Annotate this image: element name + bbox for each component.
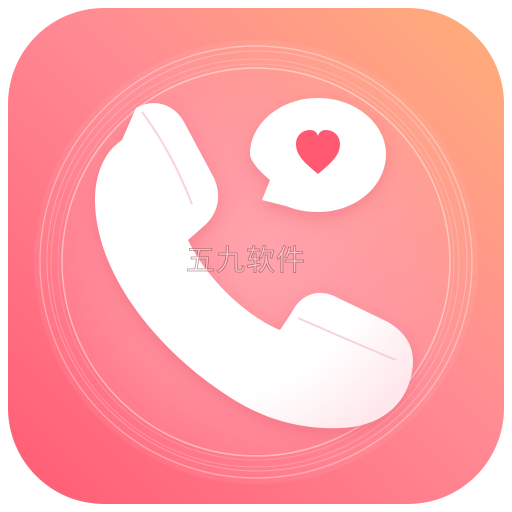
- watermark-text: 五九软件: [186, 243, 307, 278]
- app-icon[interactable]: 五九软件: [0, 0, 512, 512]
